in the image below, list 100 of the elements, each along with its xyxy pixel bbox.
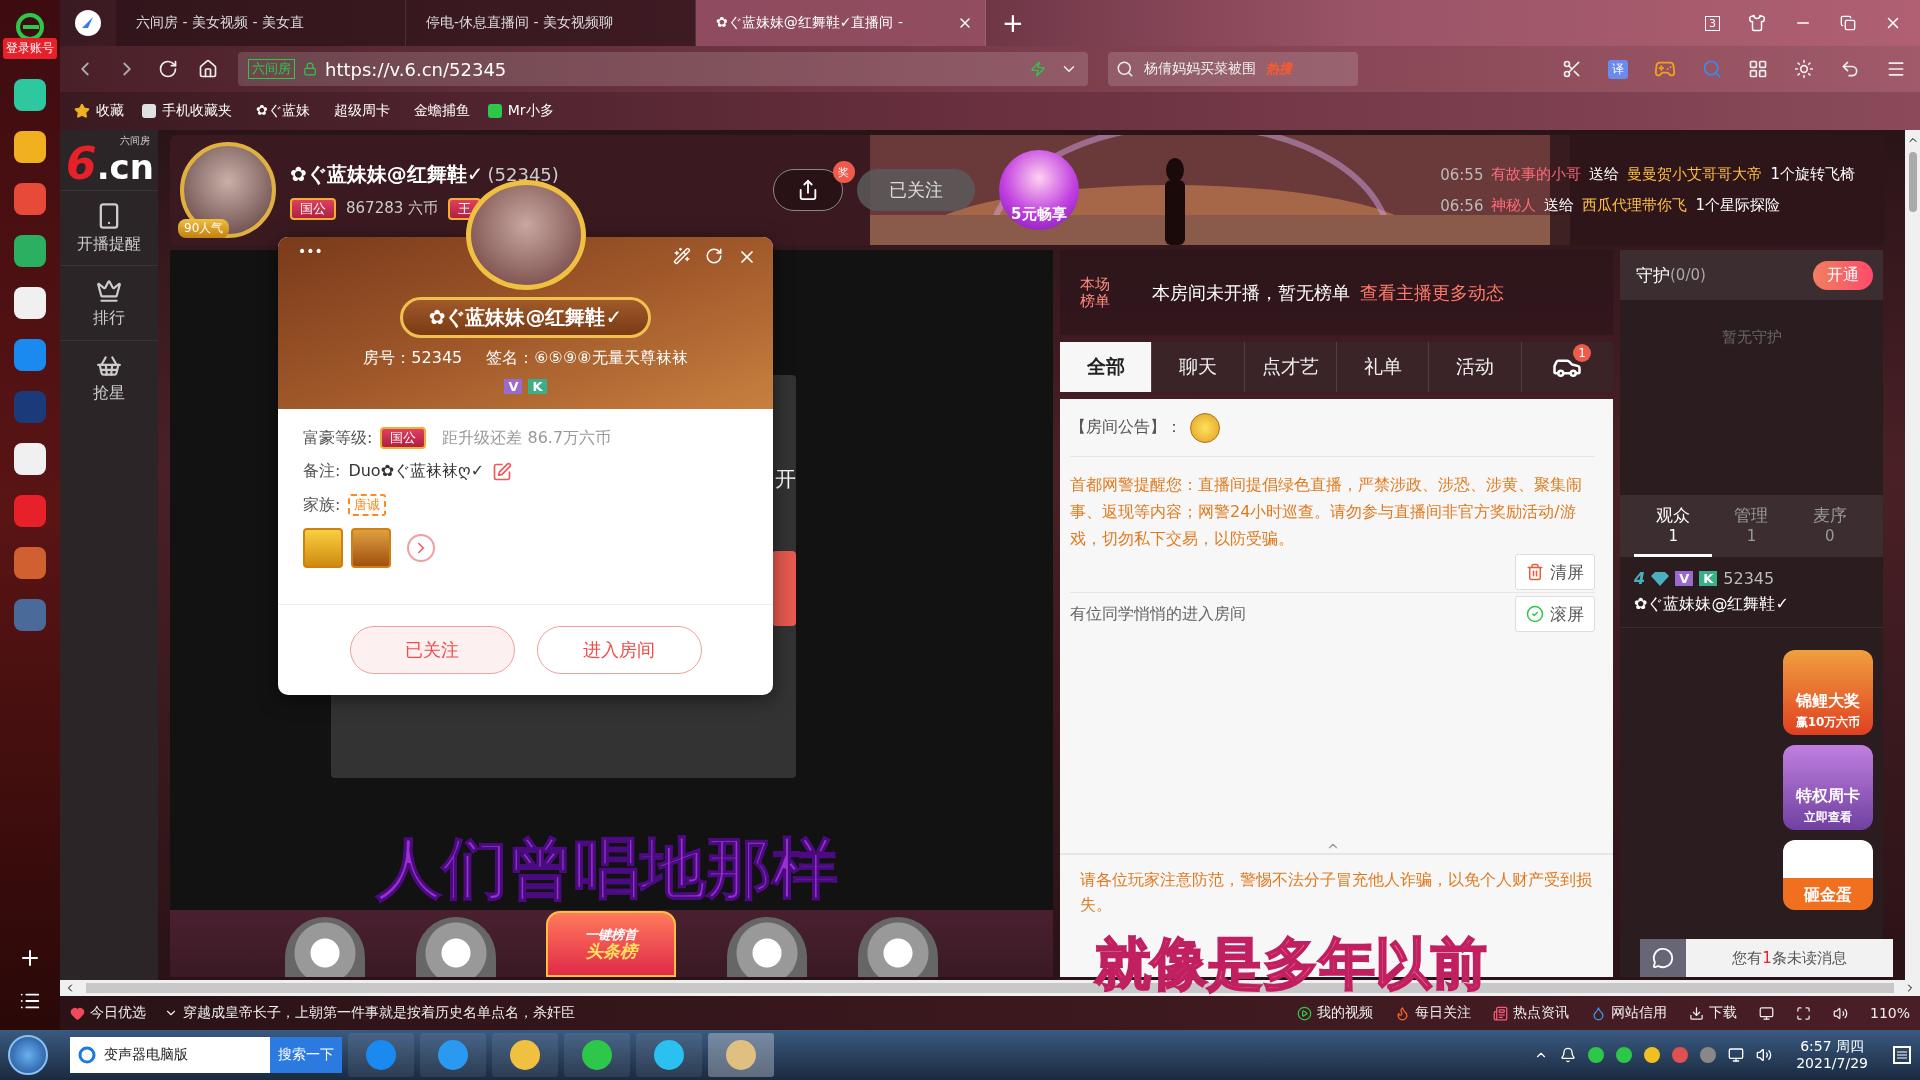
tray-icon[interactable] [1700, 1047, 1717, 1063]
search-button[interactable]: 搜索一下 [270, 1037, 342, 1073]
fullscreen-icon[interactable] [1795, 1005, 1811, 1021]
volume-icon[interactable] [1832, 1005, 1848, 1021]
taskbar-app[interactable] [492, 1033, 558, 1077]
bookmark-link[interactable]: ✿ぐ蓝妹 [256, 102, 310, 120]
today-link[interactable]: 今日优选 [90, 1004, 146, 1022]
enter-room-button[interactable]: 进入房间 [536, 626, 702, 674]
browser-tab[interactable]: ✿ぐ蓝妹妹@红舞鞋✓直播间 - [696, 0, 986, 46]
refresh-icon[interactable] [705, 247, 723, 265]
compass-icon[interactable] [73, 8, 103, 38]
brightness-icon[interactable] [1794, 59, 1814, 79]
taskbar-app[interactable] [708, 1033, 774, 1077]
browser-tab[interactable]: 六间房 - 美女视频 - 美女直 [116, 0, 406, 46]
search-field[interactable]: 杨倩妈妈买菜被围 热搜 [1108, 52, 1358, 86]
tray-icon[interactable] [1672, 1047, 1689, 1063]
wand-icon[interactable] [673, 247, 691, 265]
status-link[interactable]: 下载 [1708, 1004, 1737, 1022]
note-text: Duo✿ぐ蓝袜袜ღ✓ [348, 461, 485, 482]
more-button[interactable]: ••• [298, 243, 323, 259]
notification-icon[interactable] [1892, 1045, 1912, 1065]
window-count[interactable]: 3 [1705, 15, 1720, 31]
status-link[interactable]: 热点资讯 [1512, 1004, 1569, 1022]
chat-tab[interactable]: 全部 [1060, 342, 1153, 392]
app-icon[interactable] [14, 443, 46, 475]
taskbar-app[interactable] [420, 1033, 486, 1077]
audience-tab[interactable]: 麦序 0 [1790, 495, 1869, 557]
promo-banner[interactable]: 特权周卡 立即查看 [1783, 745, 1873, 830]
chat-tab[interactable]: 礼单 [1337, 342, 1430, 392]
edit-icon[interactable] [492, 461, 513, 482]
scrollbar-thumb[interactable] [1908, 152, 1917, 212]
more-link[interactable]: 查看主播更多动态 [1360, 280, 1504, 305]
message-bar[interactable]: 您有1条未读消息 [1640, 939, 1893, 977]
taskbar-app[interactable] [348, 1033, 414, 1077]
scroll-button[interactable]: 滚屏 [1515, 596, 1595, 632]
menu-icon[interactable] [1886, 59, 1906, 79]
follow-button[interactable]: 已关注 [856, 169, 975, 211]
zoom-level[interactable]: 110% [1869, 1005, 1910, 1021]
home-icon[interactable] [198, 59, 218, 79]
status-link[interactable]: 每日关注 [1414, 1004, 1471, 1022]
bookmark-link[interactable]: 金蟾捕鱼 [413, 102, 470, 120]
seat-avatar[interactable] [857, 917, 938, 977]
taskbar-app[interactable] [564, 1033, 630, 1077]
chat-tab[interactable]: 聊天 [1152, 342, 1245, 392]
video-text: 开 [775, 466, 796, 493]
audience-tab[interactable]: 观众 1 [1634, 495, 1713, 557]
status-link[interactable]: 我的视频 [1316, 1004, 1373, 1022]
bookmark-link[interactable]: 手机收藏夹 [162, 102, 232, 120]
skin-icon[interactable] [1748, 14, 1766, 32]
address-field[interactable]: 六间房 https://v.6.cn/52345 [238, 52, 1088, 86]
bookmark-link[interactable]: 超级周卡 [333, 102, 390, 120]
clear-button[interactable]: 清屏 [1515, 554, 1595, 590]
audience-tab[interactable]: 管理 1 [1712, 495, 1791, 557]
restore-icon[interactable] [1840, 15, 1856, 31]
app-icon[interactable] [14, 79, 46, 111]
browser-icon [78, 1046, 96, 1064]
app-icon[interactable] [14, 131, 46, 163]
app-icon[interactable] [14, 287, 46, 319]
app-icon[interactable] [14, 235, 46, 267]
user-id: 52345 [1723, 569, 1775, 588]
chat-tab[interactable]: 活动 [1429, 342, 1522, 392]
tray-icon[interactable] [1588, 1047, 1605, 1063]
user-name[interactable]: ✿ぐ蓝妹妹@红舞鞋✓ [1634, 594, 1869, 615]
new-tab-button[interactable]: + [986, 8, 1040, 38]
start-button[interactable] [8, 1035, 48, 1075]
nav-item[interactable]: 开播提醒 [60, 190, 158, 265]
browser-tab[interactable]: 停电-休息直播间 - 美女视频聊 [406, 0, 696, 46]
clock[interactable]: 6:57 周四 2021/7/29 [1796, 1037, 1868, 1073]
taskbar-app[interactable] [636, 1033, 702, 1077]
promo-banner[interactable]: 锦鲤大奖 赢10万六币 [1783, 650, 1873, 735]
bell-icon[interactable] [1560, 1047, 1577, 1063]
chat-tab[interactable]: 点才艺 [1244, 342, 1337, 392]
monitor-icon[interactable] [1758, 1005, 1774, 1021]
nav-item[interactable]: 抢星 [60, 340, 158, 415]
grid-icon[interactable] [1748, 59, 1768, 79]
network-icon[interactable] [1728, 1047, 1745, 1063]
tray-icon[interactable] [1616, 1047, 1633, 1063]
bookmark-link[interactable]: 收藏 [96, 102, 124, 120]
feed-verb: 送给 [1544, 196, 1575, 215]
play-icon [1296, 1005, 1312, 1021]
ranking-title[interactable]: 本场榜单 [1080, 276, 1116, 309]
bookmark-link[interactable]: Mr小多 [507, 102, 554, 120]
family-badge: 唐诚 [348, 494, 387, 516]
status-link[interactable]: 网站信用 [1610, 1004, 1667, 1022]
reload-icon[interactable] [158, 59, 178, 79]
notice-label: 【房间公告】： [1070, 417, 1182, 438]
video-button[interactable] [772, 551, 796, 626]
news-link[interactable]: 穿越成皇帝长子，上朝第一件事就是按着历史名单点名，杀奸臣 [183, 1004, 575, 1022]
tray-icon[interactable] [1644, 1047, 1661, 1063]
seat-avatar[interactable] [415, 917, 496, 977]
volume-icon[interactable] [1756, 1047, 1773, 1063]
nav-item[interactable]: 排行 [60, 265, 158, 340]
scissors-icon[interactable] [1562, 59, 1582, 79]
count-badge: 1 [1572, 344, 1591, 362]
seat-avatar[interactable] [727, 917, 808, 977]
undo-icon[interactable] [1840, 59, 1860, 79]
field-label: 富豪等级: [303, 427, 373, 449]
login-button[interactable]: 登录账号 [3, 38, 57, 59]
seat-avatar[interactable] [285, 917, 366, 977]
search-field[interactable]: 变声器电脑版 [70, 1037, 270, 1073]
